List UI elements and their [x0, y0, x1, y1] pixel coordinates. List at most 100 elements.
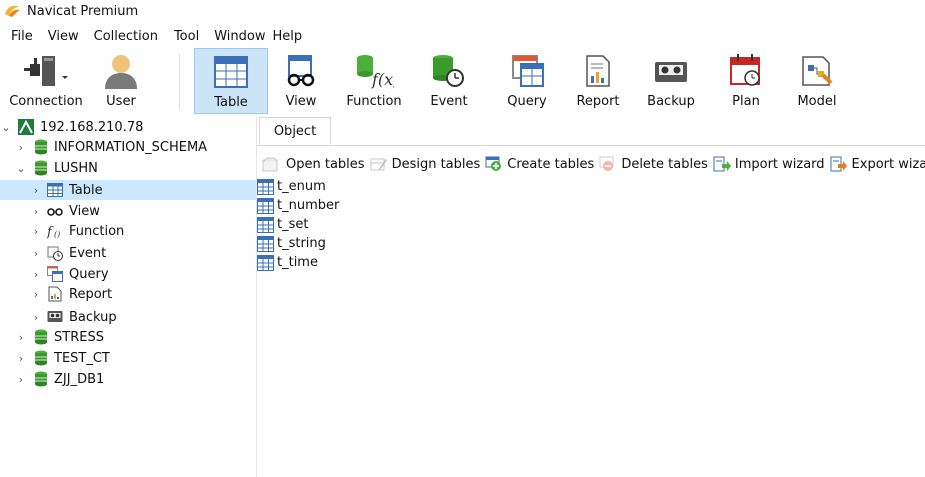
- main-toolbar: Connection User Table View f(x Function …: [0, 48, 925, 116]
- navigation-tree: ⌄ 192.168.210.78 › INFORMATION_SCHEMA ⌄: [0, 117, 257, 477]
- backup-label: Backup: [647, 94, 695, 109]
- tree-item-label: Backup: [69, 309, 117, 325]
- chevron-right-icon[interactable]: ›: [31, 205, 41, 218]
- menu-file[interactable]: File: [0, 29, 33, 44]
- tree-db-label: LUSHN: [54, 160, 98, 176]
- tree-db-stress[interactable]: › STRESS: [0, 327, 256, 347]
- event-icon: [433, 55, 464, 87]
- create-table-icon: [485, 156, 502, 171]
- tree-item-label: View: [69, 203, 100, 219]
- chevron-right-icon[interactable]: ›: [31, 247, 41, 260]
- design-tables-label: Design tables: [391, 156, 481, 172]
- design-tables-button[interactable]: Design tables: [370, 156, 481, 172]
- chevron-right-icon[interactable]: ›: [16, 352, 26, 365]
- tree-db-test-ct[interactable]: › TEST_CT: [0, 348, 256, 368]
- tree-db-lushn[interactable]: ⌄ LUSHN: [0, 158, 256, 178]
- tree-item-query[interactable]: › Query: [0, 264, 256, 284]
- tree-item-report[interactable]: › Report: [0, 284, 256, 304]
- chevron-right-icon[interactable]: ›: [31, 311, 41, 324]
- tree-db-zjj-db1[interactable]: › ZJJ_DB1: [0, 369, 256, 389]
- event-button[interactable]: Event: [428, 48, 470, 114]
- plan-button[interactable]: Plan: [724, 48, 768, 114]
- glasses-icon: [47, 208, 63, 216]
- chevron-down-icon[interactable]: ⌄: [1, 121, 11, 134]
- menu-help[interactable]: Help: [267, 29, 302, 44]
- tree-db-label: STRESS: [54, 329, 104, 345]
- chevron-right-icon[interactable]: ›: [31, 225, 41, 238]
- backup-button[interactable]: Backup: [646, 48, 696, 114]
- object-list: t_enum t_number t_set t_string t_time: [257, 177, 339, 272]
- table-icon: [257, 216, 274, 233]
- tree-item-backup[interactable]: › Backup: [0, 307, 256, 327]
- chevron-right-icon[interactable]: ›: [16, 331, 26, 344]
- function-button[interactable]: f(x) Function: [344, 48, 404, 114]
- tree-item-table[interactable]: › Table: [0, 180, 256, 200]
- tab-object[interactable]: Object: [259, 117, 331, 145]
- database-icon: [35, 371, 47, 387]
- chevron-right-icon[interactable]: ›: [31, 268, 41, 281]
- user-icon: [105, 55, 137, 89]
- export-wizard-button[interactable]: Export wizard: [830, 156, 925, 172]
- menu-tool[interactable]: Tool: [160, 29, 199, 44]
- tree-item-view[interactable]: › View: [0, 201, 256, 221]
- report-icon: [586, 55, 610, 87]
- table-icon: [257, 197, 274, 214]
- export-icon: [830, 156, 847, 172]
- model-button[interactable]: Model: [794, 48, 840, 114]
- tree-item-label: Report: [69, 286, 113, 302]
- delete-tables-label: Delete tables: [621, 156, 708, 172]
- create-tables-label: Create tables: [507, 156, 595, 172]
- backup-icon: [47, 311, 63, 322]
- chevron-right-icon[interactable]: ›: [16, 373, 26, 386]
- backup-icon: [655, 62, 687, 82]
- user-button[interactable]: User: [98, 48, 144, 114]
- tree-connection-label: 192.168.210.78: [40, 119, 144, 135]
- menu-window[interactable]: Window: [201, 29, 265, 44]
- chevron-right-icon[interactable]: ›: [16, 141, 26, 154]
- chevron-down-icon[interactable]: ⌄: [16, 162, 26, 175]
- event-icon: [47, 246, 63, 261]
- app-title: Navicat Premium: [27, 3, 139, 19]
- user-label: User: [106, 94, 136, 109]
- report-button[interactable]: Report: [574, 48, 622, 114]
- query-button[interactable]: Query: [504, 48, 550, 114]
- connection-button[interactable]: Connection: [6, 48, 86, 114]
- tree-item-event[interactable]: › Event: [0, 243, 256, 263]
- object-name: t_set: [277, 217, 309, 232]
- tree-db-information-schema[interactable]: › INFORMATION_SCHEMA: [0, 137, 256, 157]
- menu-view[interactable]: View: [35, 29, 79, 44]
- view-icon: [287, 55, 315, 87]
- tab-object-label: Object: [273, 123, 317, 139]
- connection-label: Connection: [9, 94, 83, 109]
- chevron-right-icon[interactable]: ›: [31, 288, 41, 301]
- list-item[interactable]: t_number: [257, 196, 339, 215]
- database-icon: [35, 139, 47, 155]
- tree-db-label: INFORMATION_SCHEMA: [54, 139, 208, 155]
- list-item[interactable]: t_time: [257, 253, 339, 272]
- open-tables-button[interactable]: Open tables: [262, 156, 365, 172]
- list-item[interactable]: t_set: [257, 215, 339, 234]
- mysql-connection-icon: [18, 119, 34, 135]
- list-item[interactable]: t_enum: [257, 177, 339, 196]
- import-wizard-button[interactable]: Import wizard: [713, 156, 825, 172]
- view-button[interactable]: View: [278, 48, 324, 114]
- query-icon: [512, 55, 544, 87]
- svg-text:(): (): [54, 230, 60, 239]
- navicat-logo-icon: [5, 5, 20, 17]
- tree-db-label: TEST_CT: [54, 350, 110, 366]
- tree-connection[interactable]: ⌄ 192.168.210.78: [0, 117, 256, 137]
- chevron-right-icon[interactable]: ›: [31, 184, 41, 197]
- title-bar: Navicat Premium: [0, 0, 925, 22]
- tree-item-function[interactable]: › f () Function: [0, 221, 256, 241]
- create-tables-button[interactable]: Create tables: [485, 156, 594, 172]
- table-button[interactable]: Table: [194, 48, 268, 114]
- table-icon: [257, 254, 274, 271]
- table-icon: [47, 183, 63, 197]
- list-item[interactable]: t_string: [257, 234, 339, 253]
- menu-collection[interactable]: Collection: [81, 29, 158, 44]
- open-table-icon: [262, 157, 278, 172]
- table-icon: [214, 56, 248, 88]
- delete-tables-button[interactable]: Delete tables: [599, 156, 708, 172]
- design-table-icon: [370, 158, 387, 171]
- open-tables-label: Open tables: [286, 156, 365, 172]
